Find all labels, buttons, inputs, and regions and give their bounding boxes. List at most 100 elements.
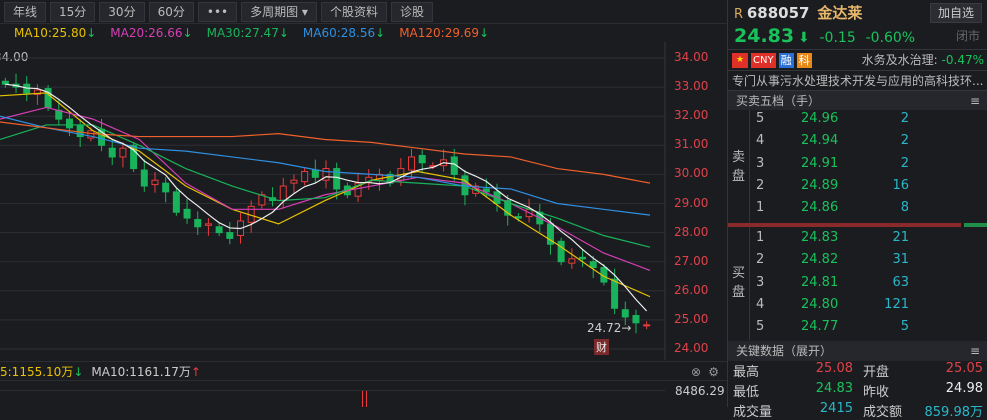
company-description: 专门从事污水处理技术开发与应用的高科技环... bbox=[728, 70, 987, 90]
level-number: 3 bbox=[756, 155, 765, 171]
y-tick-label: 25.00 bbox=[674, 311, 709, 326]
level-volume: 16 bbox=[892, 177, 909, 193]
level-number: 3 bbox=[756, 274, 765, 290]
key-label: 昨收 bbox=[863, 385, 890, 400]
ma-value: MA20:26.66 bbox=[110, 26, 183, 40]
ma-legend-item: MA10:25.80↓ bbox=[14, 24, 96, 42]
y-tick-label: 34.00 bbox=[674, 50, 709, 64]
period-tab[interactable]: 60分 bbox=[148, 1, 194, 22]
candle bbox=[65, 118, 73, 129]
level-price[interactable]: 24.80 bbox=[801, 297, 838, 312]
menu-icon[interactable]: ≡ bbox=[970, 341, 980, 361]
level-price[interactable]: 24.77 bbox=[801, 319, 838, 334]
candle bbox=[589, 261, 597, 269]
ma-value: MA120:29.69 bbox=[399, 26, 480, 40]
level-volume: 2 bbox=[900, 111, 909, 126]
candle bbox=[215, 226, 223, 234]
period-tab[interactable]: 诊股 bbox=[390, 1, 433, 22]
candle bbox=[279, 185, 287, 202]
stock-code: 688057 bbox=[746, 4, 810, 22]
level-volume: 21 bbox=[892, 230, 909, 245]
level-number: 5 bbox=[756, 111, 765, 126]
ma-line-ma20 bbox=[0, 106, 651, 271]
level-price[interactable]: 24.89 bbox=[801, 178, 838, 193]
price-change-pct: -0.60% bbox=[865, 30, 916, 46]
candle bbox=[1, 80, 9, 85]
y-tick-label: 33.00 bbox=[674, 79, 709, 94]
volume-bar bbox=[362, 390, 367, 407]
level-price[interactable]: 24.94 bbox=[801, 133, 838, 148]
candle bbox=[621, 309, 629, 318]
level-price[interactable]: 24.86 bbox=[801, 200, 838, 215]
volume-max-label: 8486.29 bbox=[675, 384, 725, 398]
candle bbox=[418, 154, 426, 164]
key-value: 2415 bbox=[819, 401, 853, 416]
period-tab[interactable]: 15分 bbox=[50, 1, 96, 22]
menu-icon[interactable]: ≡ bbox=[970, 91, 980, 111]
down-arrow-icon: ↓ bbox=[479, 26, 490, 40]
level-number: 2 bbox=[756, 252, 765, 268]
level-price[interactable]: 24.96 bbox=[801, 111, 838, 126]
candle bbox=[408, 156, 416, 171]
volume-header: 5:1155.10万↓ MA10:1161.17万↑ ⊗ ⚙ bbox=[0, 361, 727, 381]
candle bbox=[311, 169, 319, 178]
key-value: 859.98万 bbox=[924, 405, 984, 420]
candle bbox=[119, 147, 127, 158]
level-volume: 63 bbox=[892, 274, 909, 290]
key-label: 最低 bbox=[733, 385, 760, 400]
level-price[interactable]: 24.82 bbox=[801, 252, 838, 267]
candle bbox=[140, 169, 148, 187]
kline-chart[interactable] bbox=[0, 42, 727, 360]
candle bbox=[579, 256, 587, 260]
level-volume: 5 bbox=[900, 319, 909, 335]
add-watchlist-button[interactable]: 加自选 bbox=[929, 3, 982, 23]
level-price[interactable]: 24.81 bbox=[801, 275, 838, 290]
candle bbox=[151, 179, 159, 186]
vol-ma10: MA10:1161.17万 bbox=[91, 365, 191, 379]
margin-tag: 融 bbox=[778, 52, 794, 68]
last-price: 24.83 bbox=[734, 25, 795, 47]
key-data-title[interactable]: 关键数据（展开） bbox=[736, 344, 832, 358]
industry-pct: -0.47% bbox=[941, 52, 984, 67]
level-volume: 2 bbox=[900, 133, 909, 149]
period-tab[interactable]: 多周期图 ▾ bbox=[241, 1, 317, 22]
y-tick-label: 24.00 bbox=[674, 341, 709, 355]
close-icon[interactable]: ⊗ bbox=[691, 362, 701, 382]
y-tick-label: 28.00 bbox=[674, 224, 709, 239]
period-tab[interactable]: 个股资料 bbox=[320, 1, 387, 22]
ma-value: MA30:27.47 bbox=[206, 26, 279, 40]
cny-tag: CNY bbox=[751, 52, 776, 68]
level-volume: 2 bbox=[900, 155, 909, 171]
orderbook-title: 买卖五档（手） bbox=[736, 94, 821, 108]
candle bbox=[632, 315, 640, 324]
level-price[interactable]: 24.83 bbox=[801, 230, 838, 245]
y-tick-label: 30.00 bbox=[674, 166, 709, 181]
key-label: 开盘 bbox=[863, 365, 890, 380]
y-tick-label: 32.00 bbox=[674, 108, 709, 123]
candle bbox=[108, 147, 116, 158]
china-flag-icon: ★ bbox=[732, 52, 748, 68]
period-tab[interactable]: ••• bbox=[197, 1, 238, 22]
market-prefix: R bbox=[734, 7, 744, 22]
vol-ma5: 5:1155.10万 bbox=[0, 365, 74, 379]
industry-name[interactable]: 水务及水治理: bbox=[862, 53, 938, 67]
level-price[interactable]: 24.91 bbox=[801, 156, 838, 171]
candle bbox=[611, 278, 619, 309]
candle bbox=[643, 324, 651, 327]
period-tab[interactable]: 30分 bbox=[99, 1, 145, 22]
down-arrow-icon: ↓ bbox=[73, 365, 84, 379]
ma-value: MA10:25.80 bbox=[14, 26, 87, 40]
quote-panel: R 688057 金达莱 加自选 24.83 ⬇ -0.15 -0.60% 闭市… bbox=[727, 0, 987, 420]
y-tick-label: 27.00 bbox=[674, 253, 709, 268]
level-number: 1 bbox=[756, 200, 765, 216]
candle bbox=[290, 179, 298, 184]
candle bbox=[557, 240, 565, 263]
gear-icon[interactable]: ⚙ bbox=[708, 362, 719, 382]
period-tab[interactable]: 年线 bbox=[4, 1, 47, 22]
y-tick-label: 29.00 bbox=[674, 195, 709, 210]
level-number: 4 bbox=[756, 133, 765, 149]
market-status: 闭市 bbox=[955, 29, 980, 43]
y-tick-label: 26.00 bbox=[674, 282, 709, 297]
candle bbox=[226, 232, 234, 239]
finance-badge[interactable]: 财 bbox=[594, 339, 609, 355]
